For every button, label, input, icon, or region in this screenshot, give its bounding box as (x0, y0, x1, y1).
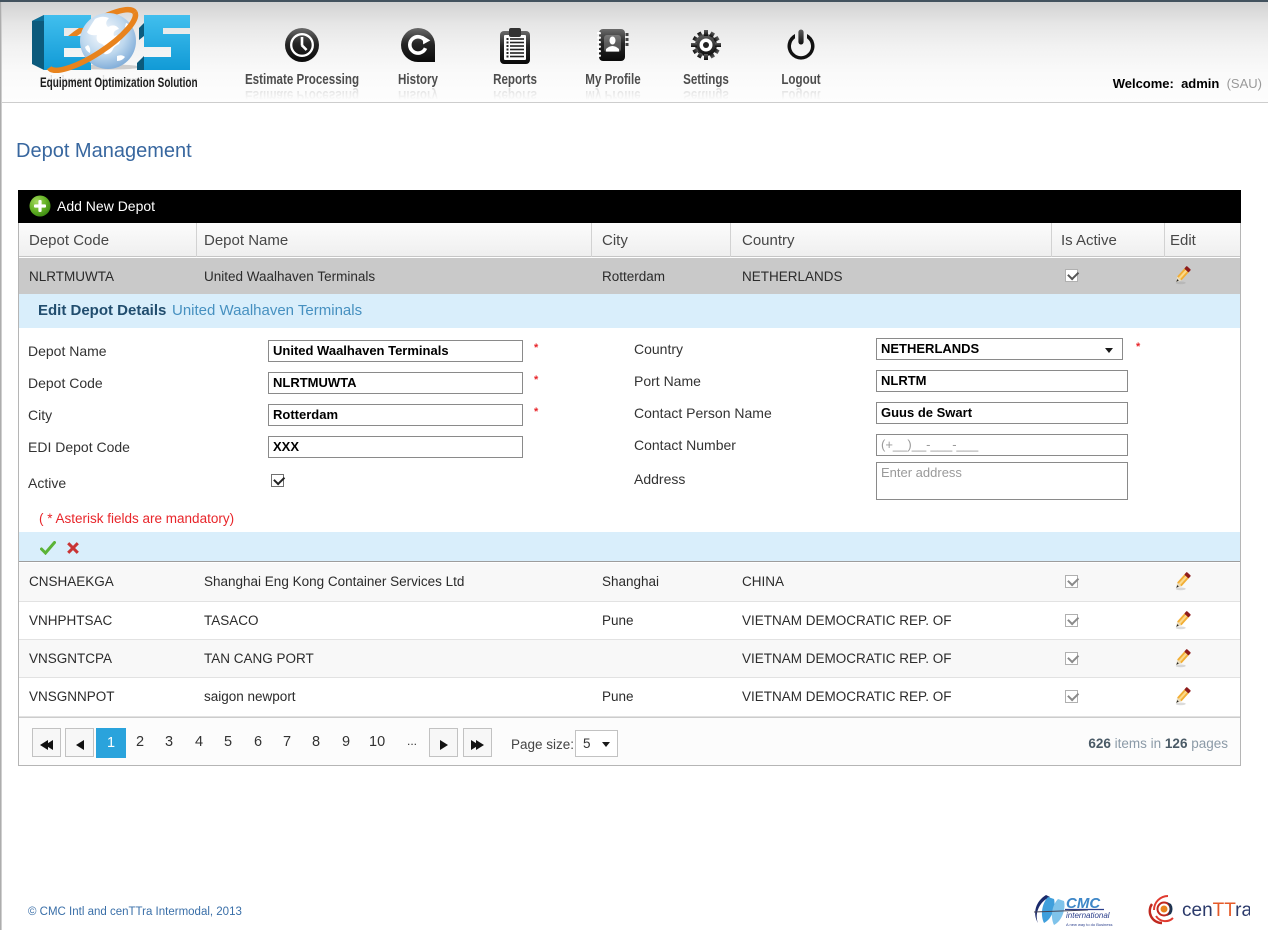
svg-text:international: international (1066, 911, 1110, 920)
svg-text:A new way to do Business: A new way to do Business (1066, 922, 1112, 927)
svg-text:cenTTra: cenTTra (1182, 900, 1250, 921)
